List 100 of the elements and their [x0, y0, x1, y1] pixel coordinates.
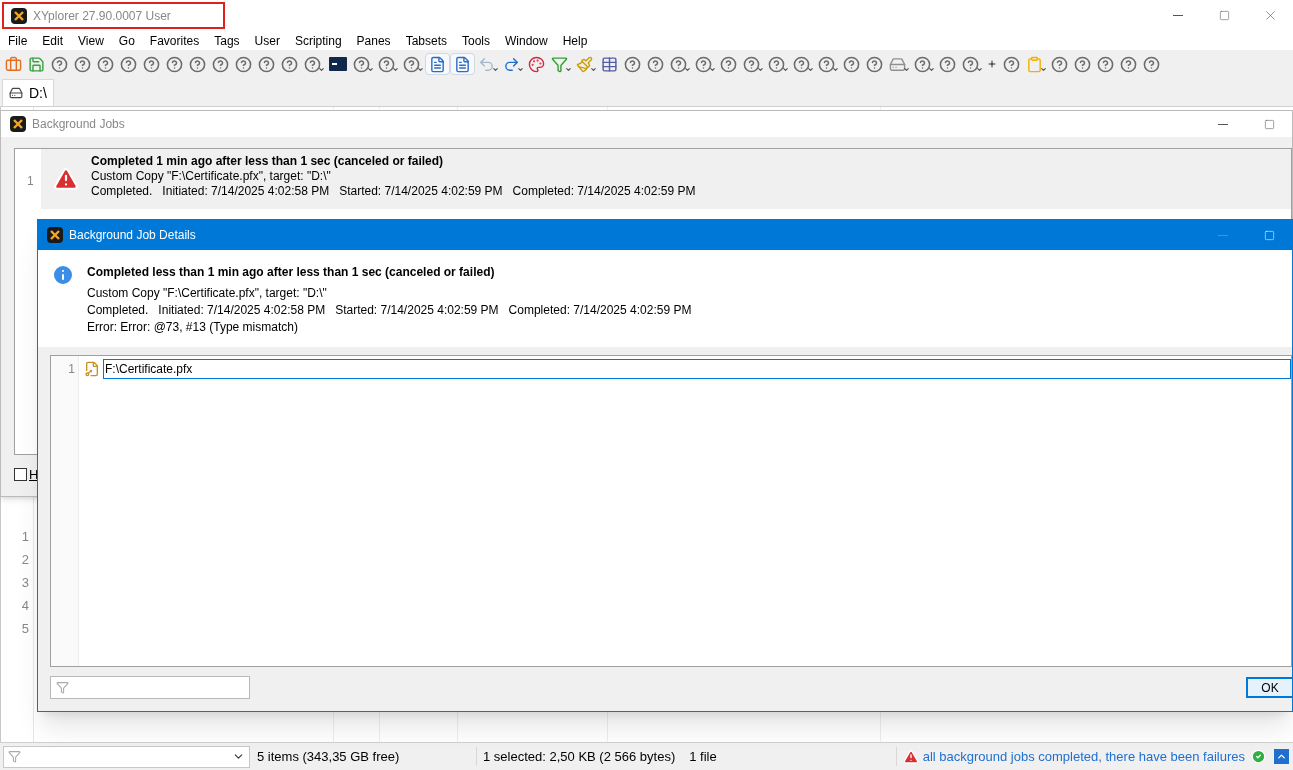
caret-icon [807, 66, 814, 73]
help-icon [1097, 55, 1114, 73]
menu-item[interactable]: Edit [42, 31, 64, 50]
maximize-icon [1263, 229, 1275, 241]
help-icon [624, 55, 641, 73]
app-logo-icon [10, 116, 26, 132]
caret-icon [903, 66, 910, 73]
drive-icon [889, 55, 906, 73]
palette-icon [528, 55, 545, 73]
caret-icon [367, 66, 374, 73]
menu-item[interactable]: Help [562, 31, 588, 50]
filter-icon [8, 750, 21, 763]
caret-icon [928, 66, 935, 73]
drive-tab[interactable]: D:\ [2, 79, 54, 106]
line-number: 1 [21, 528, 29, 546]
help-icon [235, 55, 252, 73]
menu-item[interactable]: Favorites [149, 31, 200, 50]
grid-icon [601, 55, 618, 73]
help-icon [866, 55, 883, 73]
console-icon [329, 57, 347, 71]
warning-icon [902, 748, 919, 765]
undo-icon [478, 55, 495, 73]
filter-icon [551, 55, 568, 73]
filter-icon [56, 681, 69, 694]
help-icon [120, 55, 137, 73]
help-icon [768, 55, 785, 73]
help-icon [378, 55, 395, 73]
help-icon [258, 55, 275, 73]
minimize-icon [1218, 234, 1228, 236]
app-logo-icon [47, 227, 63, 243]
items-count: 5 items (343,35 GB free) [257, 746, 477, 767]
window-title: XYplorer 27.90.0007 User [33, 7, 171, 25]
help-icon [914, 55, 931, 73]
checkbox[interactable] [14, 468, 27, 482]
jobs-status-link[interactable]: all background jobs completed, there have been failures [922, 746, 1245, 767]
menu-item[interactable]: Tags [214, 31, 240, 50]
help-icon [97, 55, 114, 73]
document-icon [454, 55, 471, 73]
help-icon [403, 55, 420, 73]
job-detail-line: Error: Error: @73, #13 (Type mismatch) [87, 319, 299, 336]
caret-icon [709, 66, 716, 73]
menu-item[interactable]: File [8, 31, 28, 50]
menu-item[interactable]: Go [118, 31, 135, 50]
redo-icon [503, 55, 520, 73]
window-title: Background Job Details [69, 227, 196, 244]
filter-field[interactable] [50, 676, 250, 699]
help-icon [670, 55, 687, 73]
help-icon [51, 55, 68, 73]
help-icon [1120, 55, 1137, 73]
help-icon [962, 55, 979, 73]
ok-button[interactable]: OK [1246, 677, 1293, 698]
help-icon [1051, 55, 1068, 73]
briefcase-icon [5, 55, 22, 73]
line-number: 4 [21, 597, 29, 615]
caret-icon [392, 66, 399, 73]
menu-item[interactable]: Tabsets [405, 31, 447, 50]
menu-item[interactable]: User [254, 31, 280, 50]
menu-item[interactable]: View [78, 31, 104, 50]
help-icon [189, 55, 206, 73]
job-detail-line: Completed. Initiated: 7/14/2025 4:02:58 PM Started: 7/14/2025 4:02:59 PM Completed: 7/14/2025 4:02:59 PM [87, 302, 692, 319]
menu-item[interactable]: Panes [356, 31, 391, 50]
menu-item[interactable]: Window [505, 31, 548, 50]
document-button[interactable] [450, 53, 475, 75]
help-icon [304, 55, 321, 73]
help-icon [843, 55, 860, 73]
save-icon [28, 55, 45, 73]
document-icon [429, 55, 446, 73]
caret-icon [565, 66, 572, 73]
job-detail-line: Custom Copy "F:\Certificate.pfx", target: "D:\" [87, 285, 328, 302]
document-button[interactable] [425, 53, 450, 75]
window-title: Background Jobs [32, 116, 125, 133]
help-icon [143, 55, 160, 73]
minimize-icon [1218, 123, 1228, 125]
selection-info: 1 selected: 2,50 KB (2 566 bytes) [483, 747, 676, 766]
drive-icon [9, 86, 23, 100]
help-icon [353, 55, 370, 73]
plus-icon [987, 59, 997, 69]
line-number: 1 [67, 361, 75, 378]
help-icon [1143, 55, 1160, 73]
app-logo-icon [11, 7, 27, 24]
expand-button[interactable] [1274, 749, 1289, 764]
caret-icon [757, 66, 764, 73]
minimize-icon [1173, 15, 1183, 16]
menu-item[interactable]: Tools [462, 31, 490, 50]
maximize-icon [1218, 10, 1230, 21]
help-icon [166, 55, 183, 73]
caret-icon [590, 66, 597, 73]
help-icon [939, 55, 956, 73]
help-icon [1074, 55, 1091, 73]
help-icon [793, 55, 810, 73]
help-icon [212, 55, 229, 73]
job-headline: Completed less than 1 min ago after less than 1 sec (canceled or failed) [87, 264, 496, 281]
help-icon [647, 55, 664, 73]
help-icon [1003, 55, 1020, 73]
menu-item[interactable]: Scripting [294, 31, 342, 50]
file-path-field[interactable]: F:\Certificate.pfx [103, 359, 1291, 379]
caret-icon [417, 66, 424, 73]
chevron-up-icon [1276, 751, 1287, 762]
help-icon [743, 55, 760, 73]
help-icon [74, 55, 91, 73]
